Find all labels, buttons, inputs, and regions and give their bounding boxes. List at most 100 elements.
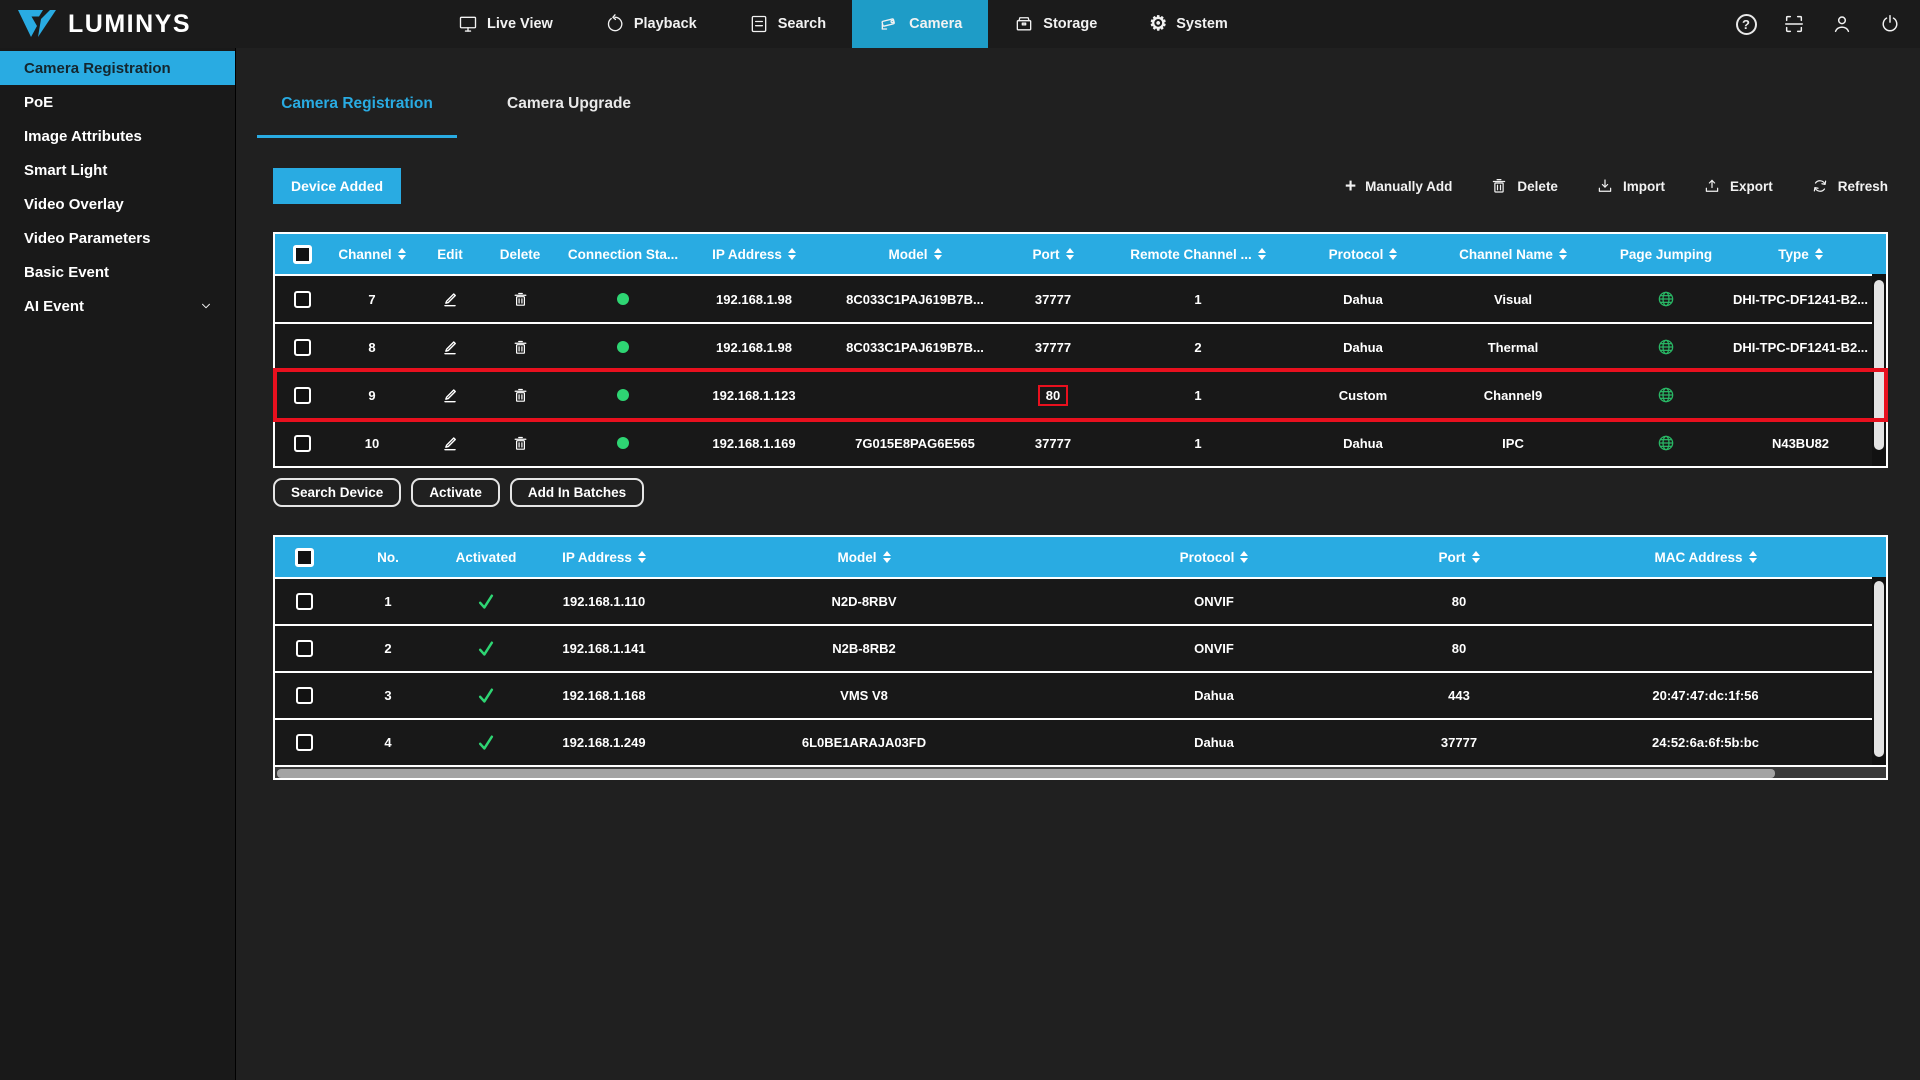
- vertical-scrollbar[interactable]: [1872, 577, 1886, 765]
- page-jumping-globe-icon[interactable]: [1656, 289, 1676, 309]
- connection-status-dot: [617, 341, 629, 353]
- delete-trash-icon[interactable]: [512, 339, 529, 356]
- page-jumping-globe-icon[interactable]: [1656, 433, 1676, 453]
- column-ip-address[interactable]: IP Address: [691, 234, 817, 274]
- nav-storage[interactable]: Storage: [988, 0, 1123, 48]
- nav-camera[interactable]: Camera: [852, 0, 988, 48]
- scrollbar-thumb[interactable]: [1874, 280, 1884, 450]
- column-model[interactable]: Model: [817, 234, 1013, 274]
- tab-camera-registration[interactable]: Camera Registration: [257, 95, 457, 138]
- sort-icon: [1240, 551, 1248, 563]
- add-in-batches-button[interactable]: Add In Batches: [510, 478, 644, 507]
- sidebar-item-video-parameters[interactable]: Video Parameters: [0, 221, 235, 255]
- column-edit: Edit: [415, 234, 485, 274]
- nav-utility-icons: ?: [1734, 0, 1902, 48]
- delete-trash-icon[interactable]: [512, 387, 529, 404]
- column-channel[interactable]: Channel: [329, 234, 415, 274]
- column-port[interactable]: Port: [1013, 234, 1093, 274]
- sort-icon: [1815, 248, 1823, 260]
- edit-pencil-icon[interactable]: [440, 337, 460, 357]
- column-model[interactable]: Model: [679, 537, 1049, 577]
- added-devices-table: Channel Edit Delete Connection Sta... IP…: [273, 232, 1888, 468]
- horizontal-scrollbar[interactable]: [275, 765, 1886, 778]
- delete-button[interactable]: Delete: [1490, 177, 1558, 195]
- nav-playback[interactable]: Playback: [579, 0, 723, 48]
- sidebar-item-poe[interactable]: PoE: [0, 85, 235, 119]
- sort-icon: [1749, 551, 1757, 563]
- power-icon[interactable]: [1878, 12, 1902, 36]
- row-checkbox[interactable]: [296, 593, 313, 610]
- column-remote-channel[interactable]: Remote Channel ...: [1093, 234, 1303, 274]
- activated-check-icon: [476, 592, 496, 612]
- plus-icon: +: [1345, 177, 1356, 196]
- sidebar-item-image-attributes[interactable]: Image Attributes: [0, 119, 235, 153]
- sort-icon: [398, 248, 406, 260]
- sidebar: Camera Registration PoE Image Attributes…: [0, 48, 236, 1080]
- row-checkbox[interactable]: [296, 687, 313, 704]
- scan-icon[interactable]: [1782, 12, 1806, 36]
- table-row: 2 192.168.1.141 N2B-8RB2 ONVIF 80: [275, 624, 1872, 671]
- search-device-button[interactable]: Search Device: [273, 478, 401, 507]
- activate-button[interactable]: Activate: [411, 478, 500, 507]
- tab-camera-upgrade[interactable]: Camera Upgrade: [497, 95, 641, 138]
- refresh-button[interactable]: Refresh: [1811, 177, 1888, 195]
- nav-live-view[interactable]: Live View: [432, 0, 579, 48]
- delete-trash-icon[interactable]: [512, 435, 529, 452]
- storage-box-icon: [1014, 14, 1034, 34]
- user-icon[interactable]: [1830, 12, 1854, 36]
- playback-icon: [605, 14, 625, 34]
- column-channel-name[interactable]: Channel Name: [1423, 234, 1603, 274]
- sort-icon: [1066, 248, 1074, 260]
- scrollbar-thumb[interactable]: [1874, 581, 1884, 757]
- column-protocol[interactable]: Protocol: [1049, 537, 1379, 577]
- sidebar-item-camera-registration[interactable]: Camera Registration: [0, 51, 235, 85]
- row-checkbox[interactable]: [294, 291, 311, 308]
- column-connection-status: Connection Sta...: [555, 234, 691, 274]
- main-content: Camera Registration Camera Upgrade Devic…: [236, 48, 1920, 1080]
- discovered-devices-table-header: No. Activated IP Address Model Protocol …: [275, 537, 1886, 577]
- sidebar-item-smart-light[interactable]: Smart Light: [0, 153, 235, 187]
- column-port[interactable]: Port: [1379, 537, 1539, 577]
- connection-status-dot: [617, 389, 629, 401]
- page-jumping-globe-icon[interactable]: [1656, 337, 1676, 357]
- vertical-scrollbar[interactable]: [1872, 274, 1886, 466]
- port-value-red-annotation: 80: [1038, 385, 1068, 406]
- column-activated: Activated: [443, 537, 529, 577]
- table-row: 4 192.168.1.249 6L0BE1ARAJA03FD Dahua 37…: [275, 718, 1872, 765]
- column-protocol[interactable]: Protocol: [1303, 234, 1423, 274]
- select-all-checkbox[interactable]: [295, 548, 314, 567]
- table-row: 1 192.168.1.110 N2D-8RBV ONVIF 80: [275, 577, 1872, 624]
- added-devices-table-header: Channel Edit Delete Connection Sta... IP…: [275, 234, 1886, 274]
- edit-pencil-icon[interactable]: [440, 385, 460, 405]
- row-checkbox[interactable]: [294, 339, 311, 356]
- column-mac-address[interactable]: MAC Address: [1539, 537, 1872, 577]
- sort-icon: [788, 248, 796, 260]
- column-type[interactable]: Type: [1729, 234, 1872, 274]
- help-icon[interactable]: ?: [1734, 12, 1758, 36]
- device-discovery-buttons: Search Device Activate Add In Batches: [273, 478, 1888, 507]
- column-ip-address[interactable]: IP Address: [529, 537, 679, 577]
- sidebar-item-video-overlay[interactable]: Video Overlay: [0, 187, 235, 221]
- nav-search[interactable]: Search: [723, 0, 852, 48]
- edit-pencil-icon[interactable]: [440, 433, 460, 453]
- row-checkbox[interactable]: [296, 734, 313, 751]
- table-row: 10 192.168.1.169 7G015E8PAG6E565 37777 1…: [275, 418, 1872, 466]
- select-all-checkbox[interactable]: [293, 245, 312, 264]
- trash-icon: [1490, 177, 1508, 195]
- nav-label: Search: [778, 16, 826, 32]
- row-checkbox[interactable]: [294, 387, 311, 404]
- row-checkbox[interactable]: [296, 640, 313, 657]
- scrollbar-thumb[interactable]: [277, 769, 1775, 778]
- device-added-button[interactable]: Device Added: [273, 168, 401, 204]
- nav-system[interactable]: ⚙ System: [1123, 0, 1254, 48]
- sidebar-item-ai-event[interactable]: AI Event: [0, 289, 235, 323]
- row-checkbox[interactable]: [294, 435, 311, 452]
- import-button[interactable]: Import: [1596, 177, 1665, 195]
- page-jumping-globe-icon[interactable]: [1656, 385, 1676, 405]
- edit-pencil-icon[interactable]: [440, 289, 460, 309]
- manually-add-button[interactable]: + Manually Add: [1345, 177, 1452, 196]
- sort-icon: [934, 248, 942, 260]
- export-button[interactable]: Export: [1703, 177, 1773, 195]
- delete-trash-icon[interactable]: [512, 291, 529, 308]
- sidebar-item-basic-event[interactable]: Basic Event: [0, 255, 235, 289]
